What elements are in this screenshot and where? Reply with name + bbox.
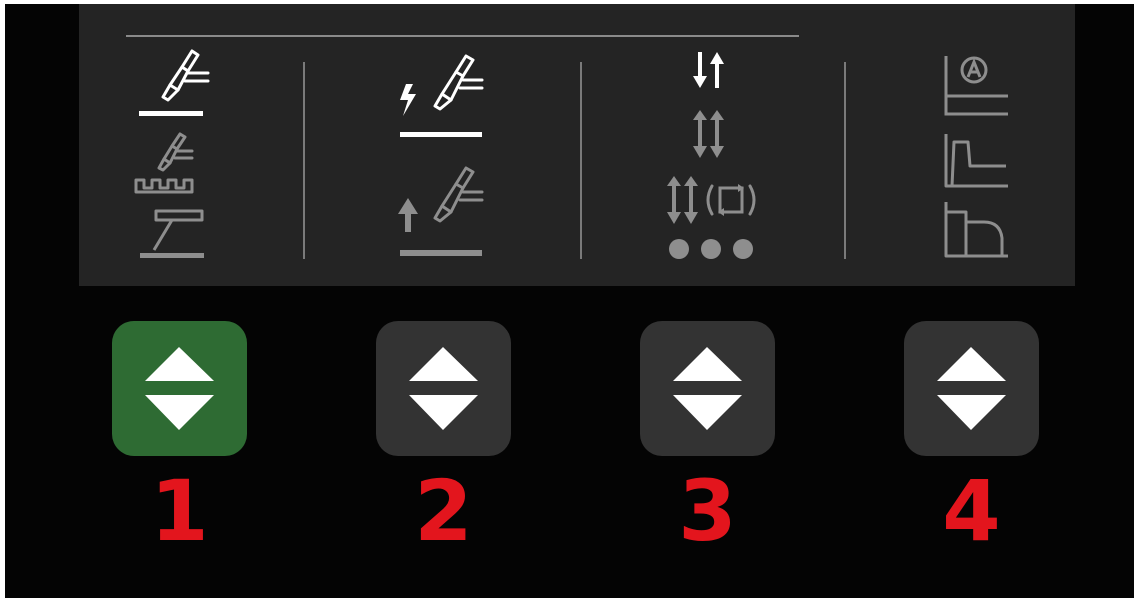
button-number-3: 3: [678, 462, 737, 560]
column-divider: [303, 62, 305, 259]
up-down-arrows-icon: [145, 347, 214, 430]
arc-force-curve-icon: [944, 202, 1008, 258]
4t-trigger-icon: [693, 110, 724, 158]
up-down-arrows-icon: [409, 347, 478, 430]
2t-trigger-active-icon: [693, 52, 724, 88]
mode-indicator-panel: [79, 4, 1075, 286]
mode-selector-button-4[interactable]: [904, 321, 1039, 456]
pulse-mig-torch-icon: [134, 132, 194, 194]
lift-tig-start-icon: [398, 166, 484, 256]
mig-torch-active-icon: [139, 49, 210, 116]
auto-mode-icon: [944, 56, 1008, 116]
hf-tig-start-active-icon: [400, 54, 484, 137]
mode-selector-button-1[interactable]: [112, 321, 247, 456]
column-divider: [580, 62, 582, 259]
button-number-1: 1: [150, 462, 209, 560]
mode-selector-button-2[interactable]: [376, 321, 511, 456]
mode-selector-button-3[interactable]: [640, 321, 775, 456]
column-divider: [844, 62, 846, 259]
4t-repeat-trigger-icon: [667, 176, 756, 224]
hot-start-curve-icon: [944, 134, 1008, 188]
spot-dots-icon: [669, 239, 753, 259]
panel-top-rule: [126, 35, 799, 37]
button-number-2: 2: [414, 462, 473, 560]
stick-electrode-icon: [140, 209, 204, 258]
up-down-arrows-icon: [937, 347, 1006, 430]
button-number-4: 4: [942, 462, 1001, 560]
up-down-arrows-icon: [673, 347, 742, 430]
